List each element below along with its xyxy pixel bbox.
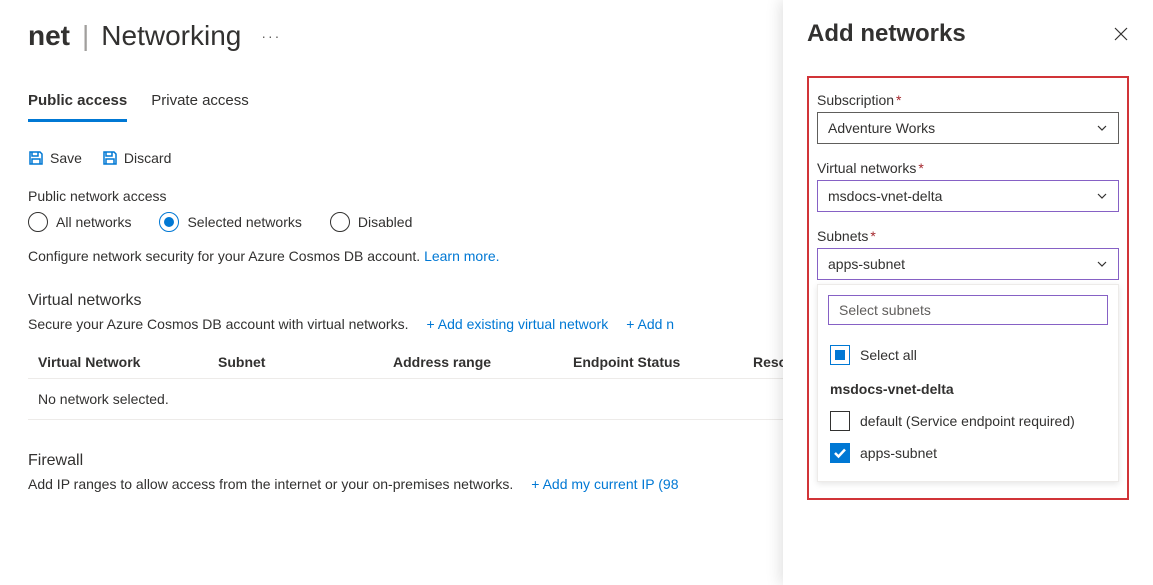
subnets-dropdown: Select subnets Select all msdocs-vnet-de… bbox=[817, 284, 1119, 482]
panel-title: Add networks bbox=[807, 20, 966, 48]
radio-selected-networks[interactable]: Selected networks bbox=[159, 212, 301, 232]
subnets-value: apps-subnet bbox=[828, 256, 905, 272]
subnet-apps-label: apps-subnet bbox=[860, 445, 937, 461]
add-existing-vnet-link[interactable]: + Add existing virtual network bbox=[427, 316, 609, 332]
save-label: Save bbox=[50, 150, 82, 166]
chevron-down-icon bbox=[1096, 122, 1108, 134]
select-all-label: Select all bbox=[860, 347, 917, 363]
chevron-down-icon bbox=[1096, 258, 1108, 270]
col-virtual-network: Virtual Network bbox=[38, 354, 218, 370]
checkbox-checked-icon bbox=[830, 443, 850, 463]
subnet-search-input[interactable]: Select subnets bbox=[828, 295, 1108, 325]
subnet-option-default[interactable]: default (Service endpoint required) bbox=[828, 405, 1108, 437]
radio-all-networks[interactable]: All networks bbox=[28, 212, 131, 232]
subnets-label: Subnets* bbox=[817, 228, 1119, 244]
radio-all-label: All networks bbox=[56, 214, 131, 230]
subscription-select[interactable]: Adventure Works bbox=[817, 112, 1119, 144]
title-separator: | bbox=[82, 20, 89, 52]
title-suffix: Networking bbox=[101, 20, 241, 52]
add-new-vnet-link[interactable]: + Add n bbox=[626, 316, 674, 332]
firewall-description: Add IP ranges to allow access from the i… bbox=[28, 476, 513, 492]
save-icon bbox=[28, 150, 44, 166]
checkbox-unchecked-icon bbox=[830, 411, 850, 431]
subscription-label: Subscription* bbox=[817, 92, 1119, 108]
save-button[interactable]: Save bbox=[28, 150, 82, 166]
subnets-select[interactable]: apps-subnet bbox=[817, 248, 1119, 280]
select-all-checkbox[interactable]: Select all bbox=[828, 339, 1108, 371]
tab-private-access[interactable]: Private access bbox=[151, 88, 249, 122]
title-prefix: net bbox=[28, 20, 70, 52]
col-subnet: Subnet bbox=[218, 354, 393, 370]
discard-button[interactable]: Discard bbox=[102, 150, 171, 166]
discard-label: Discard bbox=[124, 150, 171, 166]
vnet-value: msdocs-vnet-delta bbox=[828, 188, 942, 204]
learn-more-link[interactable]: Learn more. bbox=[424, 248, 499, 264]
checkbox-indeterminate-icon bbox=[830, 345, 850, 365]
col-endpoint-status: Endpoint Status bbox=[573, 354, 753, 370]
add-networks-panel: Add networks Subscription* Adventure Wor… bbox=[783, 0, 1153, 585]
add-current-ip-link[interactable]: + Add my current IP (98 bbox=[531, 476, 678, 492]
close-icon[interactable] bbox=[1113, 26, 1129, 42]
radio-disabled[interactable]: Disabled bbox=[330, 212, 412, 232]
subnet-default-label: default (Service endpoint required) bbox=[860, 413, 1075, 429]
tab-public-access[interactable]: Public access bbox=[28, 88, 127, 122]
vnets-description: Secure your Azure Cosmos DB account with… bbox=[28, 316, 409, 332]
vnet-label: Virtual networks* bbox=[817, 160, 1119, 176]
more-menu[interactable]: ··· bbox=[261, 28, 281, 44]
subnet-group-label: msdocs-vnet-delta bbox=[828, 371, 1108, 405]
radio-selected-label: Selected networks bbox=[187, 214, 301, 230]
radio-disabled-label: Disabled bbox=[358, 214, 412, 230]
subnet-option-apps[interactable]: apps-subnet bbox=[828, 437, 1108, 469]
discard-icon bbox=[102, 150, 118, 166]
subscription-value: Adventure Works bbox=[828, 120, 935, 136]
vnet-select[interactable]: msdocs-vnet-delta bbox=[817, 180, 1119, 212]
chevron-down-icon bbox=[1096, 190, 1108, 202]
col-address-range: Address range bbox=[393, 354, 573, 370]
highlighted-region: Subscription* Adventure Works Virtual ne… bbox=[807, 76, 1129, 500]
